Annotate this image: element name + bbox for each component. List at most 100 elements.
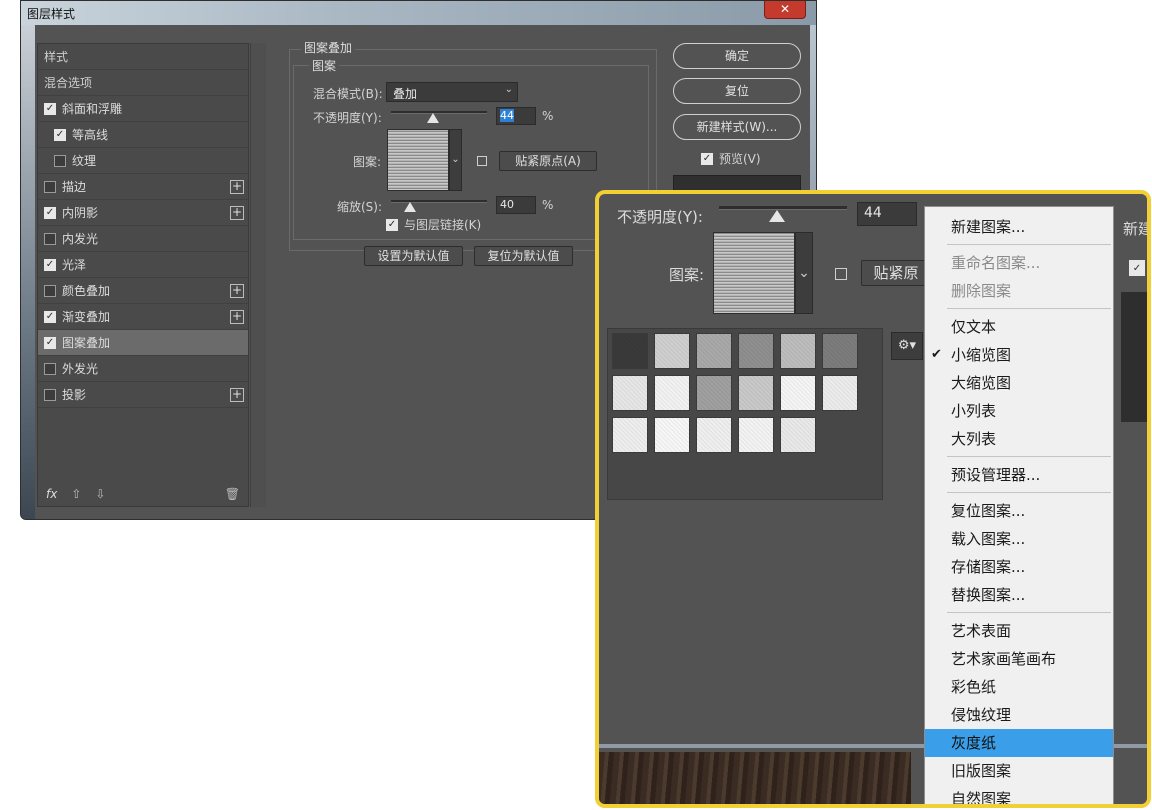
gear-icon[interactable]: ⚙▾: [891, 332, 923, 360]
zoom-pattern-swatch[interactable]: [713, 232, 795, 314]
menu-item[interactable]: 新建图案...: [925, 213, 1113, 241]
style-item[interactable]: ✓ 图案叠加: [38, 330, 248, 356]
style-checkbox[interactable]: [44, 388, 56, 401]
add-effect-button[interactable]: +: [230, 388, 244, 402]
new-style-button[interactable]: 新建样式(W)...: [673, 114, 801, 140]
menu-item[interactable]: ✔ 小缩览图: [925, 341, 1113, 369]
style-item[interactable]: 描边 +: [38, 174, 248, 200]
menu-item[interactable]: 存储图案...: [925, 553, 1113, 581]
add-effect-button[interactable]: +: [230, 310, 244, 324]
menu-separator: [947, 612, 1111, 613]
style-checkbox[interactable]: [44, 284, 56, 297]
pattern-thumbnail[interactable]: [822, 333, 858, 369]
trash-icon[interactable]: 🗑: [225, 487, 240, 501]
zoom-opacity-slider-thumb[interactable]: [769, 210, 785, 222]
menu-item[interactable]: 艺术表面: [925, 617, 1113, 645]
style-item[interactable]: 投影 +: [38, 382, 248, 408]
add-effect-button[interactable]: +: [230, 284, 244, 298]
style-checkbox[interactable]: ✓: [44, 206, 56, 219]
move-up-icon[interactable]: ⇧: [71, 487, 81, 501]
blend-mode-select[interactable]: 叠加 ⌄: [386, 82, 518, 102]
opacity-slider-thumb[interactable]: [427, 113, 440, 123]
pattern-thumbnail[interactable]: [822, 375, 858, 411]
style-checkbox[interactable]: [54, 154, 66, 167]
pattern-thumbnail[interactable]: [738, 375, 774, 411]
style-checkbox[interactable]: [44, 180, 56, 193]
style-checkbox[interactable]: ✓: [44, 336, 56, 349]
style-item[interactable]: ✓ 渐变叠加 +: [38, 304, 248, 330]
style-checkbox[interactable]: [44, 232, 56, 245]
menu-item[interactable]: 彩色纸: [925, 673, 1113, 701]
create-preset-icon[interactable]: [477, 156, 487, 166]
fx-button[interactable]: fx: [46, 487, 57, 501]
menu-item[interactable]: 侵蚀纹理: [925, 701, 1113, 729]
menu-item[interactable]: 自然图案: [925, 785, 1113, 804]
scale-input[interactable]: 40: [496, 196, 536, 214]
menu-item[interactable]: 旧版图案: [925, 757, 1113, 785]
style-checkbox[interactable]: ✓: [44, 310, 56, 323]
style-item[interactable]: ✓ 等高线: [38, 122, 248, 148]
add-effect-button[interactable]: +: [230, 206, 244, 220]
pattern-thumbnail[interactable]: [654, 333, 690, 369]
menu-item[interactable]: 载入图案...: [925, 525, 1113, 553]
pattern-swatch[interactable]: [387, 129, 449, 191]
style-checkbox[interactable]: ✓: [44, 258, 56, 271]
pattern-thumbnail[interactable]: [654, 375, 690, 411]
menu-item[interactable]: 复位图案...: [925, 497, 1113, 525]
close-button[interactable]: ✕: [764, 1, 806, 19]
link-with-layer-option[interactable]: ✓ 与图层链接(K): [386, 216, 481, 233]
zoom-create-preset-icon[interactable]: [835, 268, 847, 280]
pattern-thumbnail[interactable]: [780, 417, 816, 453]
pattern-thumbnail[interactable]: [780, 375, 816, 411]
scale-slider-thumb[interactable]: [404, 202, 417, 212]
style-item[interactable]: 纹理: [38, 148, 248, 174]
pattern-thumbnail[interactable]: [612, 417, 648, 453]
link-with-layer-checkbox[interactable]: ✓: [386, 218, 398, 231]
reset-default-button[interactable]: 复位为默认值: [474, 246, 573, 266]
style-item[interactable]: ✓ 光泽: [38, 252, 248, 278]
style-item[interactable]: ✓ 内阴影 +: [38, 200, 248, 226]
dialog-titlebar[interactable]: 图层样式: [21, 1, 816, 25]
pattern-thumbnail[interactable]: [612, 333, 648, 369]
style-item[interactable]: ✓ 斜面和浮雕: [38, 96, 248, 122]
move-down-icon[interactable]: ⇩: [95, 487, 105, 501]
pattern-thumbnail[interactable]: [738, 333, 774, 369]
preview-checkbox[interactable]: ✓: [701, 152, 713, 165]
styles-scrollbar[interactable]: [250, 43, 266, 507]
menu-item[interactable]: 艺术家画笔画布: [925, 645, 1113, 673]
zoom-snap-to-origin-button[interactable]: 贴紧原: [861, 260, 931, 286]
reset-button[interactable]: 复位: [673, 78, 801, 104]
pattern-thumbnail[interactable]: [612, 375, 648, 411]
zoom-opacity-input[interactable]: 44: [857, 202, 917, 226]
menu-item[interactable]: 替换图案...: [925, 581, 1113, 609]
menu-item[interactable]: 仅文本: [925, 313, 1113, 341]
style-item[interactable]: 样式: [38, 44, 248, 70]
pattern-thumbnail[interactable]: [780, 333, 816, 369]
menu-item[interactable]: 大列表: [925, 425, 1113, 453]
zoom-preview-checkbox[interactable]: ✓: [1129, 260, 1145, 276]
pattern-thumbnail[interactable]: [738, 417, 774, 453]
style-item[interactable]: 内发光: [38, 226, 248, 252]
menu-item[interactable]: 小列表: [925, 397, 1113, 425]
pattern-thumbnail[interactable]: [654, 417, 690, 453]
style-checkbox[interactable]: [44, 362, 56, 375]
pattern-thumbnail[interactable]: [696, 417, 732, 453]
style-item[interactable]: 混合选项: [38, 70, 248, 96]
zoom-pattern-dropdown-button[interactable]: ⌄: [795, 232, 813, 314]
style-checkbox[interactable]: ✓: [54, 128, 66, 141]
style-item[interactable]: 颜色叠加 +: [38, 278, 248, 304]
menu-item[interactable]: 灰度纸: [925, 729, 1113, 757]
add-effect-button[interactable]: +: [230, 180, 244, 194]
pattern-thumbnail[interactable]: [696, 375, 732, 411]
menu-item[interactable]: 大缩览图: [925, 369, 1113, 397]
snap-to-origin-button[interactable]: 贴紧原点(A): [499, 151, 597, 171]
style-checkbox[interactable]: ✓: [44, 102, 56, 115]
set-default-button[interactable]: 设置为默认值: [364, 246, 463, 266]
preview-option[interactable]: ✓ 预览(V): [701, 150, 761, 167]
menu-item[interactable]: 预设管理器...: [925, 461, 1113, 489]
ok-button[interactable]: 确定: [673, 43, 801, 69]
opacity-input[interactable]: 44: [496, 107, 536, 125]
style-item[interactable]: 外发光: [38, 356, 248, 382]
pattern-dropdown-button[interactable]: ⌄: [449, 129, 462, 191]
pattern-thumbnail[interactable]: [696, 333, 732, 369]
